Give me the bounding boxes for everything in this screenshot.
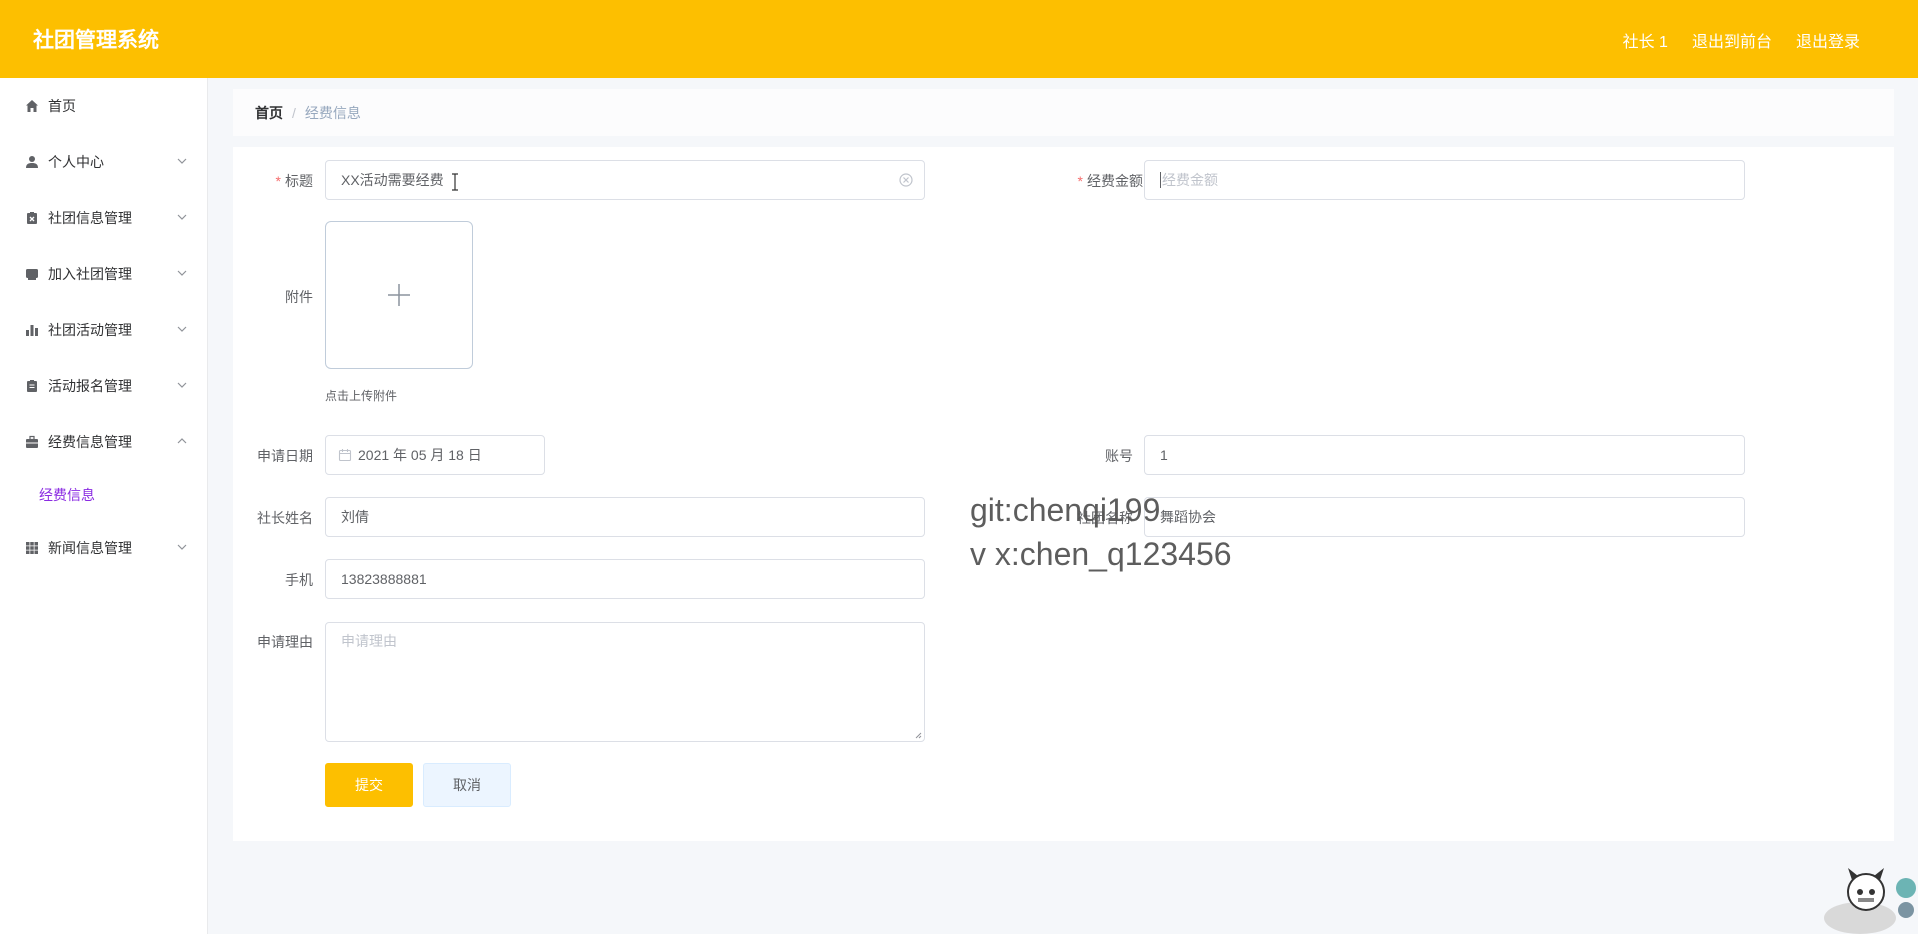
home-icon [24, 98, 40, 114]
watermark-line-1: git:chenqi199 [970, 492, 1161, 528]
club-name-input[interactable]: 舞蹈协会 [1144, 497, 1745, 537]
phone-label: 手机 [285, 572, 313, 588]
amount-input[interactable]: 经费金额 [1144, 160, 1745, 200]
sidebar-item-label: 加入社团管理 [48, 266, 132, 282]
sidebar-item-join-club[interactable]: 加入社团管理 [0, 246, 207, 302]
sidebar-item-funding[interactable]: 经费信息管理 [0, 414, 207, 470]
breadcrumb: 首页 / 经费信息 [233, 89, 1894, 136]
sidebar-item-personal-center[interactable]: 个人中心 [0, 134, 207, 190]
sidebar-item-club-info[interactable]: 社团信息管理 [0, 190, 207, 246]
calendar-icon [338, 449, 352, 462]
clipboard-x-icon [24, 210, 40, 226]
account-input[interactable]: 1 [1144, 435, 1745, 475]
sidebar-item-label: 个人中心 [48, 154, 104, 170]
chevron-down-icon [177, 158, 187, 164]
header-links: 社长 1 退出到前台 退出登录 [1623, 28, 1860, 52]
cancel-button[interactable]: 取消 [423, 763, 511, 807]
text-cursor-icon [452, 173, 458, 191]
caret [1160, 172, 1161, 188]
clipboard-icon [24, 378, 40, 394]
submit-button[interactable]: 提交 [325, 763, 413, 807]
upload-tip: 点击上传附件 [325, 389, 398, 403]
bar-chart-icon [24, 322, 40, 338]
sidebar-item-label: 新闻信息管理 [48, 540, 132, 556]
attachment-label: 附件 [285, 289, 313, 305]
breadcrumb-separator: / [292, 104, 296, 121]
sidebar-subitem-funding-info[interactable]: 经费信息 [0, 470, 207, 520]
app-title: 社团管理系统 [33, 29, 159, 52]
phone-input[interactable]: 13823888881 [325, 559, 925, 599]
sidebar-item-label: 社团活动管理 [48, 322, 132, 338]
chevron-down-icon [177, 544, 187, 550]
inbox-icon [24, 266, 40, 282]
breadcrumb-home[interactable]: 首页 [255, 103, 283, 123]
sidebar-item-news[interactable]: 新闻信息管理 [0, 520, 207, 576]
chevron-up-icon [177, 438, 187, 444]
sidebar-item-label: 首页 [48, 98, 76, 114]
plus-icon [388, 284, 410, 306]
chevron-down-icon [177, 214, 187, 220]
sidebar-item-home[interactable]: 首页 [0, 78, 207, 134]
apply-date-label: 申请日期 [257, 448, 313, 464]
current-user-link[interactable]: 社长 1 [1623, 28, 1668, 52]
sidebar: 首页 个人中心 社团信息管理 加入社团管理 社团活动管理 活动报名管理 经费信息… [0, 78, 208, 934]
reason-label: 申请理由 [257, 634, 313, 650]
clear-icon[interactable] [898, 172, 914, 188]
leader-name-label: 社长姓名 [257, 510, 313, 526]
top-header: 社团管理系统 社长 1 退出到前台 退出登录 [0, 0, 1918, 78]
chevron-down-icon [177, 382, 187, 388]
sidebar-item-label: 活动报名管理 [48, 378, 132, 394]
mascot-cat-icon [1824, 868, 1916, 934]
apply-date-picker[interactable]: 2021 年 05 月 18 日 [325, 435, 545, 475]
reason-textarea[interactable]: 申请理由 [325, 622, 925, 742]
attachment-upload[interactable] [325, 221, 473, 369]
title-input[interactable]: XX活动需要经费 [325, 160, 925, 200]
resize-handle-icon[interactable] [914, 731, 922, 739]
sidebar-item-club-activity[interactable]: 社团活动管理 [0, 302, 207, 358]
grid-icon [24, 540, 40, 556]
chevron-down-icon [177, 326, 187, 332]
briefcase-icon [24, 434, 40, 450]
account-label: 账号 [1105, 448, 1133, 464]
amount-label: * 经费金额 [1077, 173, 1143, 189]
sidebar-item-label: 经费信息管理 [48, 434, 132, 450]
back-to-frontend-link[interactable]: 退出到前台 [1692, 28, 1772, 52]
watermark-line-2: v x:chen_q123456 [970, 536, 1232, 572]
main-content: 首页 / 经费信息 * 标题 XX活动需要经费 * 经费金额 经费金额 附件 点击上… [233, 89, 1894, 841]
sidebar-item-label: 社团信息管理 [48, 210, 132, 226]
user-icon [24, 154, 40, 170]
breadcrumb-current: 经费信息 [304, 104, 361, 121]
title-label: * 标题 [275, 173, 313, 189]
leader-name-input[interactable]: 刘倩 [325, 497, 925, 537]
sidebar-item-activity-signup[interactable]: 活动报名管理 [0, 358, 207, 414]
logout-link[interactable]: 退出登录 [1796, 28, 1860, 52]
watermark-text: git:chenqi199 v x:chen_q123456 [970, 488, 1232, 576]
chevron-down-icon [177, 270, 187, 276]
